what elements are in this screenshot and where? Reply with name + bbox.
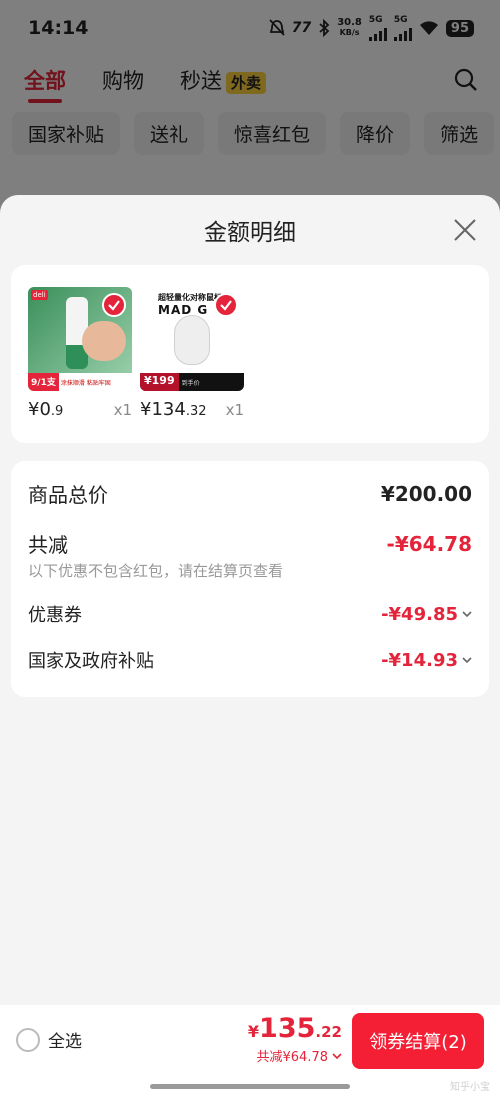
chevron-down-icon xyxy=(332,1052,342,1059)
mouse-product-image: 超轻量化对称鼠标 MAD G ¥199 到手价 xyxy=(140,287,244,391)
coupon-label: 优惠券 xyxy=(28,605,82,626)
subsidy-row[interactable]: 国家及政府补贴 -¥14.93 xyxy=(28,647,472,673)
promo-strip: 9/1支 涂抹顺滑 粘贴牢固 xyxy=(28,373,132,391)
goods-total-label: 商品总价 xyxy=(28,483,108,507)
product-item[interactable]: 超轻量化对称鼠标 MAD G ¥199 到手价 ¥134.32 x1 xyxy=(140,287,244,420)
product-item[interactable]: deli 9/1支 涂抹顺滑 粘贴牢固 ¥0.9 x1 xyxy=(28,287,132,420)
coupon-row[interactable]: 优惠券 -¥49.85 xyxy=(28,601,472,627)
promo-price-badge: 9/1支 xyxy=(28,373,59,391)
amount-detail-sheet: 金额明细 deli 9/1支 涂抹顺滑 粘贴牢固 ¥0.9 x1 超轻量化对称鼠… xyxy=(0,195,500,1100)
discount-label: 共减 xyxy=(28,533,68,557)
select-all-radio[interactable] xyxy=(16,1027,40,1052)
mouse-promo-bar: ¥199 到手价 xyxy=(140,373,244,391)
discount-value: -¥64.78 xyxy=(386,531,472,556)
hand-shape xyxy=(82,321,126,361)
mouse-promo-price: ¥199 xyxy=(140,373,179,391)
product-qty: x1 xyxy=(113,401,132,419)
coupon-value: -¥49.85 xyxy=(381,604,472,625)
product-meta: ¥0.9 x1 xyxy=(28,399,132,420)
mouse-promo-label: 到手价 xyxy=(181,379,200,387)
goods-total-row: 商品总价 ¥200.00 xyxy=(28,479,472,508)
products-card: deli 9/1支 涂抹顺滑 粘贴牢固 ¥0.9 x1 超轻量化对称鼠标 MAD… xyxy=(11,265,489,443)
goods-total-value: ¥200.00 xyxy=(380,481,472,506)
saved-amount[interactable]: 共减¥64.78 xyxy=(248,1046,342,1065)
checkout-button[interactable]: 领券结算(2) xyxy=(352,1013,484,1069)
mouse-headline: 超轻量化对称鼠标 xyxy=(158,293,222,302)
product-price: ¥134.32 xyxy=(140,399,207,420)
select-all-label: 全选 xyxy=(48,1032,82,1052)
sheet-title: 金额明细 xyxy=(204,220,296,246)
product-price: ¥0.9 xyxy=(28,399,64,420)
selected-check-icon xyxy=(102,293,126,317)
promo-caption: 涂抹顺滑 粘贴牢固 xyxy=(60,379,111,387)
total-price-block: ¥135.22 共减¥64.78 xyxy=(248,1013,342,1065)
product-qty: x1 xyxy=(225,401,244,419)
total-price: ¥135.22 xyxy=(247,1013,342,1044)
chevron-down-icon xyxy=(462,657,472,664)
mouse-brand: MAD G xyxy=(158,303,209,317)
close-icon[interactable] xyxy=(452,217,478,243)
price-summary-card: 商品总价 ¥200.00 共减 -¥64.78 以下优惠不包含红包，请在结算页查… xyxy=(11,461,489,697)
discount-note: 以下优惠不包含红包，请在结算页查看 xyxy=(28,562,284,580)
product-meta: ¥134.32 x1 xyxy=(140,399,244,420)
deli-brand-label: deli xyxy=(31,290,48,300)
home-indicator[interactable] xyxy=(150,1084,350,1089)
selected-check-icon xyxy=(214,293,238,317)
select-all-toggle[interactable]: 全选 xyxy=(16,1027,82,1052)
chevron-down-icon xyxy=(462,611,472,618)
watermark: 知乎小宝 xyxy=(450,1082,490,1093)
subsidy-value: -¥14.93 xyxy=(381,650,472,671)
subsidy-label: 国家及政府补贴 xyxy=(28,651,154,672)
sheet-header: 金额明细 xyxy=(0,195,500,265)
glue-stick-product-image: deli 9/1支 涂抹顺滑 粘贴牢固 xyxy=(28,287,132,391)
mouse-shape xyxy=(174,315,210,365)
discount-row: 共减 -¥64.78 xyxy=(28,529,472,558)
